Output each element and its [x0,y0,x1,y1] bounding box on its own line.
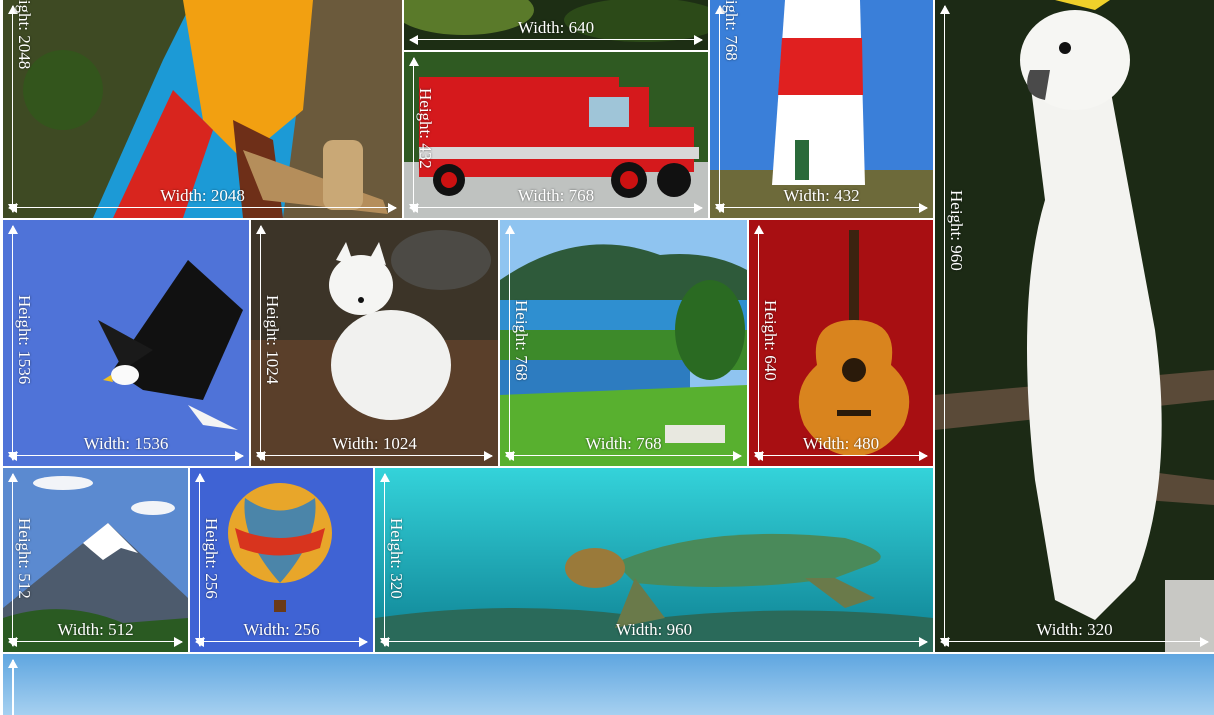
height-label: Height: 640 [761,300,780,381]
width-arrow [256,451,493,461]
cockatoo-photo [935,0,1214,652]
width-label: Width: 432 [783,186,860,205]
width-label: Width: 768 [517,186,595,205]
bottom-sky-image-tile [3,654,1214,715]
width-arrow [8,451,244,461]
width-label: Width: 480 [802,434,880,453]
height-label: Height: 256 [202,518,221,599]
eagle-image-tile: Height: 1536 Width: 1536 [3,220,249,466]
sky-photo [3,654,1214,715]
width-label: Width: 320 [1036,620,1113,639]
width-label: Width: 1024 [332,434,417,453]
eagle-photo [3,220,249,466]
width-arrow [754,451,928,461]
turtle-image-tile: Height: 320 Width: 960 [375,468,933,652]
width-arrow [409,35,703,45]
height-label: Height: 768 [722,0,741,61]
width-label: Width: 768 [585,434,662,453]
arctic-fox-photo [251,220,498,466]
top-strip-image-tile: Width: 640 [404,0,708,50]
lake-photo [500,220,747,466]
firetruck-image-tile: Height: 432 Width: 768 [404,52,708,218]
width-label: Width: 1536 [83,434,169,453]
guitar-image-tile: Height: 640 Width: 480 [749,220,933,466]
width-label: Width: 2048 [160,186,245,205]
width-arrow [715,203,928,213]
width-label: Width: 640 [517,18,595,37]
height-label: Height: 512 [15,518,34,599]
mountain-image-tile: Height: 512 Width: 512 [3,468,188,652]
lighthouse-image-tile: Height: 768 Width: 432 [710,0,933,218]
height-label: Height: 1536 [15,295,34,385]
parrot-image-tile: Height: 2048 Width: 2048 [3,0,402,218]
height-label: Height: 768 [512,300,531,381]
height-arrow [12,660,14,715]
height-arrow [940,5,950,647]
width-arrow [409,203,703,213]
cockatoo-image-tile: Height: 960 Width: 320 [935,0,1214,652]
width-label: Width: 960 [615,620,693,639]
width-arrow [8,203,397,213]
width-label: Width: 256 [243,620,320,639]
arrow-head [8,659,18,668]
lake-image-tile: Height: 768 Width: 768 [500,220,747,466]
balloon-image-tile: Height: 256 Width: 256 [190,468,373,652]
height-label: Height: 320 [387,518,406,599]
width-label: Width: 512 [57,620,134,639]
width-arrow [380,637,928,647]
height-label: Height: 432 [416,88,435,169]
width-arrow [195,637,368,647]
width-arrow [8,637,183,647]
height-label: Height: 2048 [15,0,34,70]
fox-image-tile: Height: 1024 Width: 1024 [251,220,498,466]
height-label: Height: 1024 [263,295,282,385]
width-arrow [505,451,742,461]
height-label: Height: 960 [947,190,966,271]
width-arrow [940,637,1209,647]
